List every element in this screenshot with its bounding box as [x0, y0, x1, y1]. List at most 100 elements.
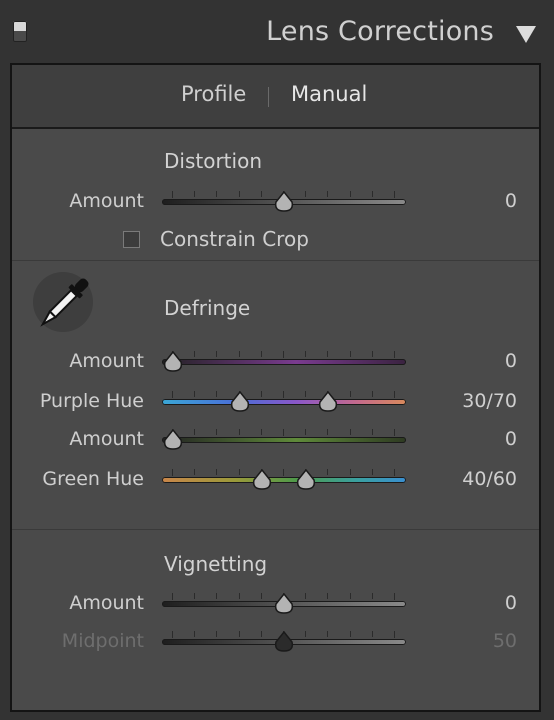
- triangle-down-icon[interactable]: [516, 26, 536, 43]
- distortion-amount-value[interactable]: 0: [437, 190, 517, 212]
- slider-tick: [327, 593, 329, 599]
- slider-tick: [327, 631, 329, 637]
- slider-track[interactable]: [162, 477, 406, 483]
- vignetting-amount-value[interactable]: 0: [437, 592, 517, 614]
- slider-tick: [260, 429, 262, 435]
- purple-amount-value[interactable]: 0: [437, 350, 517, 372]
- slider-tick: [238, 351, 240, 357]
- green-amount-value[interactable]: 0: [437, 428, 517, 450]
- panel-enable-toggle[interactable]: [13, 21, 27, 42]
- slider-tick: [283, 351, 284, 358]
- slider-thumb[interactable]: [251, 469, 273, 491]
- purple-hue-slider[interactable]: [162, 389, 406, 415]
- slider-ticks: [162, 469, 406, 476]
- slider-track[interactable]: [162, 359, 406, 365]
- slider-tick: [260, 631, 262, 637]
- slider-tick: [216, 469, 218, 475]
- tab-profile[interactable]: Profile: [181, 82, 246, 106]
- slider-tick: [194, 391, 196, 397]
- section-divider: [12, 529, 539, 530]
- slider-tick: [371, 631, 373, 637]
- purple-hue-label: Purple Hue: [39, 390, 144, 412]
- slider-tick: [260, 351, 262, 357]
- slider-tick: [349, 469, 351, 475]
- slider-tick: [371, 191, 373, 197]
- tab-bar: Profile Manual: [12, 65, 539, 129]
- slider-tick: [216, 631, 218, 637]
- slider-thumb[interactable]: [162, 351, 184, 373]
- slider-tick: [172, 191, 173, 198]
- slider-track[interactable]: [162, 437, 406, 443]
- vignetting-midpoint-slider[interactable]: [162, 629, 406, 655]
- panel-header[interactable]: Lens Corrections: [0, 0, 554, 64]
- purple-amount-label: Amount: [69, 350, 144, 372]
- slider-thumb[interactable]: [317, 391, 339, 413]
- slider-tick: [349, 391, 351, 397]
- tab-manual[interactable]: Manual: [291, 82, 367, 106]
- slider-tick: [371, 429, 373, 435]
- green-hue-value[interactable]: 40/60: [437, 468, 517, 490]
- slider-thumb[interactable]: [273, 191, 295, 213]
- slider-tick: [394, 631, 395, 638]
- slider-thumb[interactable]: [229, 391, 251, 413]
- slider-tick: [238, 191, 240, 197]
- slider-tick: [260, 593, 262, 599]
- slider-tick: [216, 593, 218, 599]
- purple-hue-value[interactable]: 30/70: [437, 390, 517, 412]
- slider-tick: [394, 391, 395, 398]
- slider-tick: [305, 593, 307, 599]
- tab-separator: [268, 87, 269, 107]
- panel-title: Lens Corrections: [266, 16, 494, 47]
- slider-tick: [216, 429, 218, 435]
- vignetting-midpoint-value[interactable]: 50: [437, 630, 517, 652]
- slider-tick: [216, 351, 218, 357]
- green-hue-slider[interactable]: [162, 467, 406, 493]
- slider-thumb[interactable]: [295, 469, 317, 491]
- slider-tick: [371, 391, 373, 397]
- slider-tick: [394, 351, 395, 358]
- slider-thumb[interactable]: [273, 593, 295, 615]
- slider-ticks: [162, 429, 406, 436]
- slider-tick: [283, 429, 284, 436]
- slider-tick: [194, 631, 196, 637]
- slider-tick: [216, 391, 218, 397]
- slider-tick: [327, 469, 329, 475]
- vignetting-amount-slider[interactable]: [162, 591, 406, 617]
- distortion-amount-slider[interactable]: [162, 189, 406, 215]
- slider-tick: [394, 469, 395, 476]
- vignetting-midpoint-label: Midpoint: [61, 630, 144, 652]
- slider-tick: [283, 469, 284, 476]
- slider-ticks: [162, 391, 406, 398]
- slider-tick: [349, 593, 351, 599]
- slider-tick: [283, 391, 284, 398]
- distortion-amount-label: Amount: [69, 190, 144, 212]
- vignetting-amount-label: Amount: [69, 592, 144, 614]
- slider-tick: [260, 191, 262, 197]
- slider-ticks: [162, 351, 406, 358]
- slider-tick: [327, 191, 329, 197]
- slider-tick: [305, 351, 307, 357]
- green-amount-label: Amount: [69, 428, 144, 450]
- distortion-title: Distortion: [164, 149, 262, 173]
- green-amount-slider[interactable]: [162, 427, 406, 453]
- slider-thumb[interactable]: [162, 429, 184, 451]
- slider-tick: [305, 391, 307, 397]
- slider-tick: [349, 631, 351, 637]
- purple-amount-slider[interactable]: [162, 349, 406, 375]
- slider-tick: [305, 631, 307, 637]
- slider-tick: [172, 469, 173, 476]
- defringe-title: Defringe: [164, 296, 251, 320]
- slider-tick: [172, 593, 173, 600]
- constrain-crop-checkbox[interactable]: [123, 231, 140, 248]
- slider-tick: [238, 631, 240, 637]
- slider-track[interactable]: [162, 399, 406, 405]
- slider-tick: [172, 391, 173, 398]
- slider-tick: [394, 593, 395, 600]
- slider-tick: [371, 351, 373, 357]
- slider-tick: [238, 469, 240, 475]
- slider-thumb[interactable]: [273, 631, 295, 653]
- slider-tick: [305, 429, 307, 435]
- slider-tick: [194, 191, 196, 197]
- slider-tick: [349, 351, 351, 357]
- lens-corrections-panel: Profile Manual Distortion Amount 0 Const…: [10, 63, 541, 712]
